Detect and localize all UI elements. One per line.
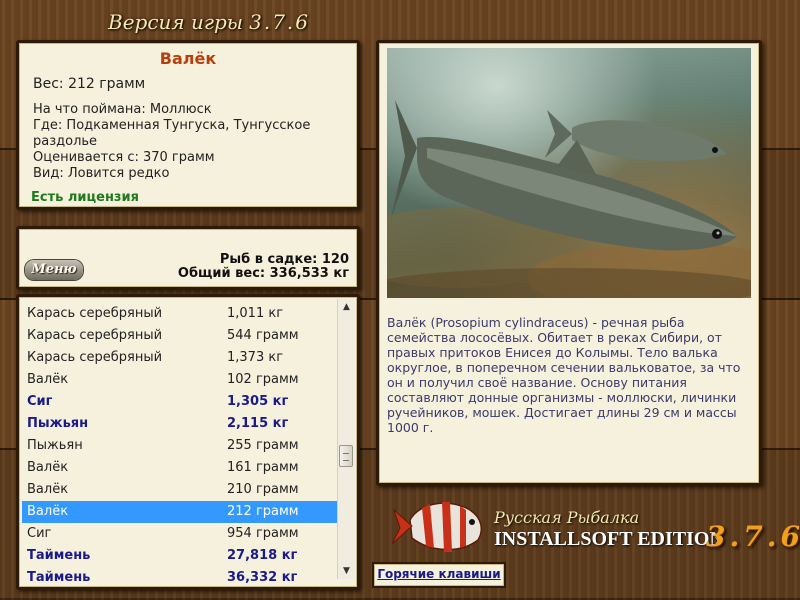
catch-fish-weight: 210 грамм: [227, 482, 299, 497]
catch-list-row[interactable]: Карась серебряный 1,373 кг: [22, 347, 340, 369]
hotkeys-link[interactable]: Горячие клавиши: [372, 562, 506, 588]
catch-list-row[interactable]: Карась серебряный 544 грамм: [22, 325, 340, 347]
catch-fish-weight: 102 грамм: [227, 372, 299, 387]
brand-block: Русская Рыбалка INSTALLSOFT EDITION: [494, 508, 724, 550]
fish-logo-icon: [390, 490, 490, 560]
fish-kind: Вид: Ловится редко: [33, 166, 170, 181]
total-weight: Общий вес: 336,533 кг: [177, 266, 349, 281]
license-status: Есть лицензия: [31, 190, 139, 205]
catch-fish-name: Сиг: [27, 394, 53, 409]
fish-info-panel: Валёк Вес: 212 грамм На что поймана: Мол…: [16, 40, 360, 210]
fish-name: Валёк: [159, 49, 217, 68]
catch-fish-name: Карась серебряный: [27, 306, 163, 321]
fish-count: Рыб в садке: 120: [219, 252, 349, 267]
catch-fish-weight: 1,305 кг: [227, 394, 289, 409]
catch-list-row[interactable]: Валёк 210 грамм: [22, 479, 340, 501]
catch-fish-name: Сиг: [27, 526, 52, 541]
catch-fish-weight: 1,011 кг: [227, 306, 284, 321]
catch-list-row[interactable]: Таймень 36,332 кг: [22, 567, 340, 587]
game-version-title: Версия игры 3.7.6: [108, 10, 310, 36]
catch-fish-name: Пыжьян: [27, 416, 89, 431]
catch-list-row[interactable]: Карась серебряный 1,011 кг: [22, 303, 340, 325]
catch-fish-weight: 27,818 кг: [227, 548, 298, 563]
catch-list-row[interactable]: Сиг 1,305 кг: [22, 391, 340, 413]
title-version: 3.7.6: [249, 10, 310, 34]
fish-details: На что поймана: Моллюск Где: Подкаменная…: [33, 102, 357, 182]
catch-fish-name: Валёк: [27, 504, 69, 519]
fish-location: Где: Подкаменная Тунгуска, Тунгусское ра…: [33, 118, 311, 149]
catch-list-row[interactable]: Валёк 161 грамм: [22, 457, 340, 479]
fish-illustration: [387, 100, 751, 298]
catch-fish-weight: 161 грамм: [227, 460, 299, 475]
catch-fish-name: Таймень: [27, 570, 91, 585]
menu-button[interactable]: Меню: [25, 260, 83, 280]
catch-fish-name: Карась серебряный: [27, 328, 163, 343]
fish-weight: Вес: 212 грамм: [33, 76, 146, 92]
catch-fish-name: Валёк: [27, 482, 69, 497]
scroll-down-arrow-icon[interactable]: ▼: [338, 563, 355, 579]
catch-rows: Карась серебряный 1,011 кг Карась серебрян…: [22, 303, 340, 587]
catch-fish-weight: 954 грамм: [227, 526, 299, 541]
menu-panel: Меню Рыб в садке: 120 Общий вес: 336,533…: [16, 226, 360, 290]
fish-photo-panel: Валёк (Prosopium cylindraceus) - речная …: [376, 40, 762, 486]
fish-description: Валёк (Prosopium cylindraceus) - речная …: [387, 315, 741, 435]
catch-fish-weight: 212 грамм: [227, 504, 299, 519]
catch-fish-weight: 36,332 кг: [227, 570, 298, 585]
catch-list-row[interactable]: Пыжьян 255 грамм: [22, 435, 340, 457]
catch-list-row[interactable]: Сиг 954 грамм: [22, 523, 340, 545]
fish-value: Оценивается с: 370 грамм: [33, 150, 215, 165]
catch-fish-name: Валёк: [27, 460, 69, 475]
catch-fish-name: Таймень: [27, 548, 91, 563]
brand-version: 3.7.6: [706, 520, 800, 553]
catch-list-row[interactable]: Валёк 102 грамм: [22, 369, 340, 391]
catch-fish-weight: 255 грамм: [227, 438, 299, 453]
catch-fish-name: Пыжьян: [27, 438, 83, 453]
catch-list-row[interactable]: Пыжьян 2,115 кг: [22, 413, 340, 435]
catch-list-row[interactable]: Таймень 27,818 кг: [22, 545, 340, 567]
catch-fish-name: Карась серебряный: [27, 350, 163, 365]
title-text: Версия игры: [108, 10, 244, 34]
catch-fish-name: Валёк: [27, 372, 69, 387]
catch-fish-weight: 544 грамм: [227, 328, 299, 343]
keepnet-stats: Рыб в садке: 120 Общий вес: 336,533 кг: [178, 253, 349, 281]
brand-line1: Русская Рыбалка: [494, 508, 640, 527]
catch-list[interactable]: Карась серебряный 1,011 кг Карась серебрян…: [16, 294, 360, 590]
scrollbar[interactable]: ▲ ▼: [337, 299, 355, 579]
scroll-up-arrow-icon[interactable]: ▲: [338, 299, 355, 315]
scroll-thumb[interactable]: [339, 445, 353, 467]
catch-fish-weight: 1,373 кг: [227, 350, 284, 365]
catch-fish-weight: 2,115 кг: [227, 416, 289, 431]
brand-line2: INSTALLSOFT EDITION: [494, 528, 724, 550]
fish-photo: [387, 48, 751, 298]
catch-list-row[interactable]: Валёк 212 грамм: [22, 501, 340, 523]
fish-bait: На что поймана: Моллюск: [33, 102, 212, 117]
